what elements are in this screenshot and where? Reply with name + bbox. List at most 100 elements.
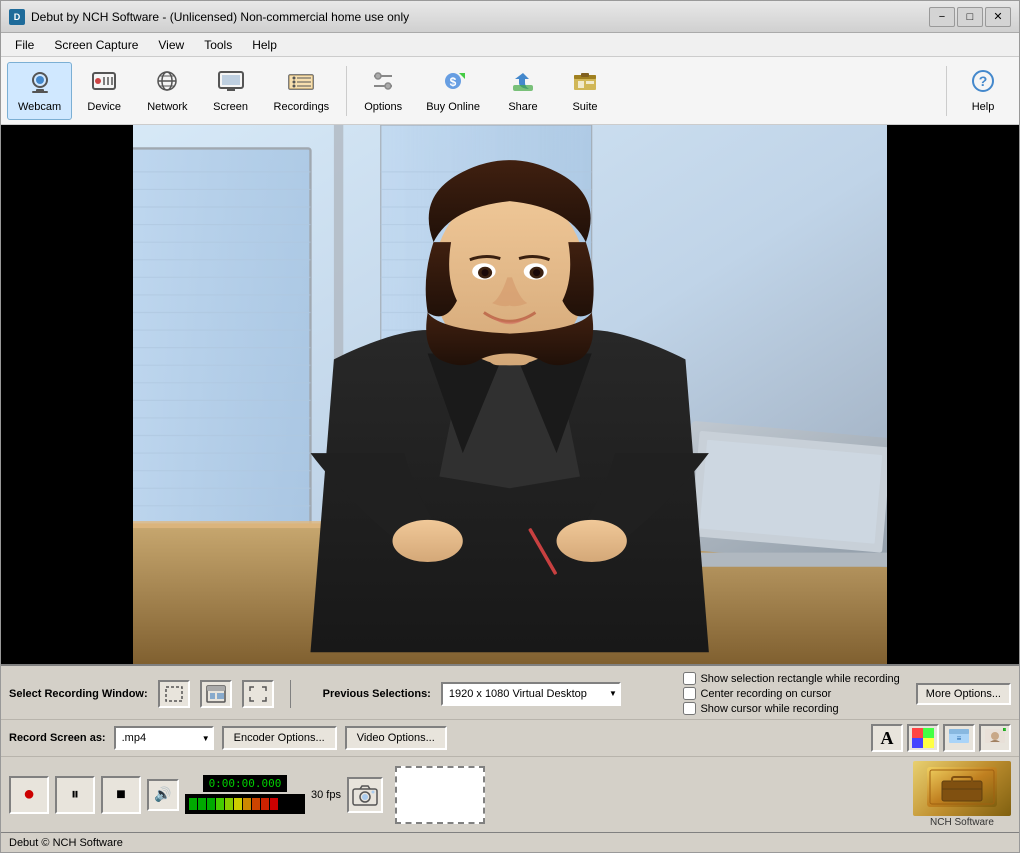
level-bar-5 bbox=[225, 798, 233, 810]
record-screen-row: Record Screen as: .mp4 .avi .mov .wmv .f… bbox=[1, 720, 1019, 757]
webcam-overlay-icon bbox=[984, 728, 1006, 748]
help-icon: ? bbox=[969, 69, 997, 98]
network-icon bbox=[153, 69, 181, 98]
volume-button[interactable]: 🔊 bbox=[147, 779, 179, 811]
toolbar-recordings[interactable]: Recordings bbox=[263, 62, 341, 120]
toolbar-network[interactable]: Network bbox=[136, 62, 198, 120]
show-cursor-row: Show cursor while recording bbox=[683, 702, 899, 715]
window-title: Debut by NCH Software - (Unlicensed) Non… bbox=[31, 10, 929, 24]
toolbar-screen[interactable]: Screen bbox=[201, 62, 261, 120]
screen-label: Screen bbox=[213, 101, 248, 113]
preview-box bbox=[395, 766, 485, 824]
webcam-overlay-btn[interactable] bbox=[979, 724, 1011, 752]
region-select-icon bbox=[164, 685, 184, 703]
toolbar-help[interactable]: ? Help bbox=[953, 62, 1013, 120]
stop-button[interactable]: ■ bbox=[101, 776, 141, 814]
menu-bar: File Screen Capture View Tools Help bbox=[1, 33, 1019, 57]
restore-button[interactable]: □ bbox=[957, 7, 983, 27]
fps-display: 30 fps bbox=[311, 789, 341, 801]
level-bar-1 bbox=[189, 798, 197, 810]
buy-online-label: Buy Online bbox=[426, 101, 480, 113]
volume-icon: 🔊 bbox=[154, 786, 171, 803]
format-dropdown[interactable]: .mp4 .avi .mov .wmv .flv bbox=[114, 726, 214, 750]
previous-selections-dropdown[interactable]: 1920 x 1080 Virtual Desktop Custom Regio… bbox=[441, 682, 621, 706]
color-effect-btn[interactable] bbox=[907, 724, 939, 752]
toolbar-sep-1 bbox=[346, 66, 347, 116]
center-recording-checkbox[interactable] bbox=[683, 687, 696, 700]
toolbar-share[interactable]: Share bbox=[493, 62, 553, 120]
main-window: D Debut by NCH Software - (Unlicensed) N… bbox=[0, 0, 1020, 853]
toolbar-webcam[interactable]: Webcam bbox=[7, 62, 72, 120]
webcam-label: Webcam bbox=[18, 101, 61, 113]
close-button[interactable]: ✕ bbox=[985, 7, 1011, 27]
show-selection-checkbox[interactable] bbox=[683, 672, 696, 685]
select-window-btn[interactable] bbox=[200, 680, 232, 708]
fullscreen-btn[interactable] bbox=[242, 680, 274, 708]
camera-icon bbox=[352, 784, 378, 806]
menu-file[interactable]: File bbox=[5, 36, 44, 54]
menu-tools[interactable]: Tools bbox=[194, 36, 242, 54]
black-bar-right bbox=[887, 125, 1019, 664]
fullscreen-icon bbox=[248, 685, 268, 703]
level-bar-4 bbox=[216, 798, 224, 810]
record-screen-label: Record Screen as: bbox=[9, 732, 106, 744]
suite-label: Suite bbox=[572, 101, 597, 113]
level-bar-6 bbox=[234, 798, 242, 810]
watermark-icon: ≡ bbox=[948, 728, 970, 748]
text-overlay-btn[interactable]: A bbox=[871, 724, 903, 752]
level-bar-8 bbox=[252, 798, 260, 810]
tool-icons: A ≡ bbox=[871, 724, 1011, 752]
time-level-group: 0:00:00.000 bbox=[185, 775, 305, 814]
recordings-label: Recordings bbox=[274, 101, 330, 113]
show-selection-row: Show selection rectangle while recording bbox=[683, 672, 899, 685]
screenshot-button[interactable] bbox=[347, 777, 383, 813]
record-button[interactable]: ● bbox=[9, 776, 49, 814]
more-options-button[interactable]: More Options... bbox=[916, 683, 1011, 705]
pause-button[interactable]: ⏸ bbox=[55, 776, 95, 814]
title-bar: D Debut by NCH Software - (Unlicensed) N… bbox=[1, 1, 1019, 33]
encoder-options-button[interactable]: Encoder Options... bbox=[222, 726, 337, 750]
app-icon: D bbox=[9, 9, 25, 25]
nch-logo-svg bbox=[927, 767, 997, 807]
center-recording-label: Center recording on cursor bbox=[700, 688, 831, 700]
show-selection-label: Show selection rectangle while recording bbox=[700, 673, 899, 685]
text-icon: A bbox=[881, 728, 894, 749]
playback-row: ● ⏸ ■ 🔊 0:00:00.000 bbox=[1, 757, 1019, 832]
toolbar-suite[interactable]: Suite bbox=[555, 62, 615, 120]
video-options-button[interactable]: Video Options... bbox=[345, 726, 447, 750]
toolbar-options[interactable]: Options bbox=[353, 62, 413, 120]
black-bar-left bbox=[1, 125, 133, 664]
nch-logo: NCH Software bbox=[913, 761, 1011, 828]
options-icon bbox=[369, 69, 397, 98]
record-icon: ● bbox=[23, 783, 35, 806]
divider-1 bbox=[290, 680, 291, 708]
toolbar-device[interactable]: Device bbox=[74, 62, 134, 120]
device-icon bbox=[90, 69, 118, 98]
options-label: Options bbox=[364, 101, 402, 113]
webcam-icon bbox=[26, 69, 54, 98]
menu-view[interactable]: View bbox=[148, 36, 194, 54]
level-meter bbox=[185, 794, 305, 814]
status-text: Debut © NCH Software bbox=[9, 837, 123, 849]
menu-help[interactable]: Help bbox=[242, 36, 287, 54]
level-bar-10 bbox=[270, 798, 278, 810]
watermark-btn[interactable]: ≡ bbox=[943, 724, 975, 752]
select-region-btn[interactable] bbox=[158, 680, 190, 708]
level-bar-9 bbox=[261, 798, 269, 810]
pause-icon: ⏸ bbox=[71, 786, 79, 804]
minimize-button[interactable]: − bbox=[929, 7, 955, 27]
time-display: 0:00:00.000 bbox=[203, 775, 288, 792]
buy-online-icon: $ bbox=[439, 69, 467, 98]
toolbar-buy-online[interactable]: $ Buy Online bbox=[415, 62, 491, 120]
network-label: Network bbox=[147, 101, 187, 113]
person-area bbox=[133, 125, 886, 664]
previous-selections-label: Previous Selections: bbox=[323, 688, 431, 700]
format-wrap: .mp4 .avi .mov .wmv .flv ▼ bbox=[114, 726, 214, 750]
previous-selections-wrap: 1920 x 1080 Virtual Desktop Custom Regio… bbox=[441, 682, 621, 706]
recording-window-row: Select Recording Window: bbox=[1, 666, 1019, 720]
show-cursor-checkbox[interactable] bbox=[683, 702, 696, 715]
menu-screen-capture[interactable]: Screen Capture bbox=[44, 36, 148, 54]
level-bar-3 bbox=[207, 798, 215, 810]
video-area bbox=[1, 125, 1019, 664]
svg-text:≡: ≡ bbox=[957, 734, 962, 743]
